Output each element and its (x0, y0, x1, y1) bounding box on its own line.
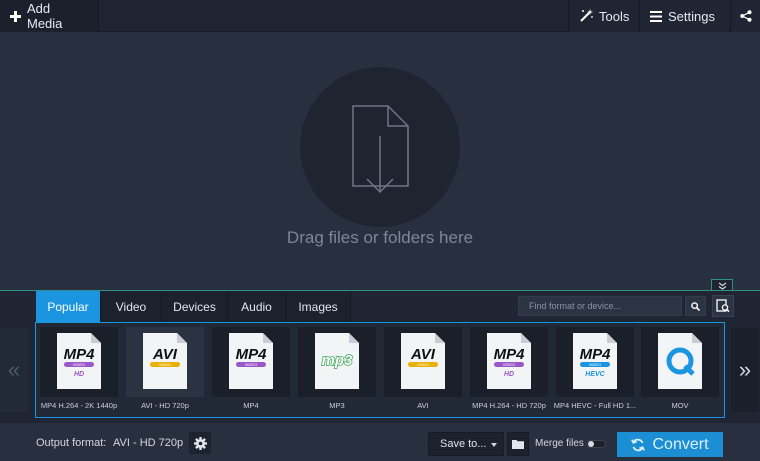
file-download-icon (352, 105, 409, 194)
format-badge-text: MP4 (494, 346, 526, 363)
preset-item[interactable]: MP4 VIDEO HD MP4 H.264 - 2K 1440p (40, 327, 118, 413)
chevron-double-right-icon: » (738, 357, 752, 382)
preset-tile (641, 327, 719, 397)
folder-icon (512, 439, 524, 449)
convert-button[interactable]: Convert (617, 432, 723, 457)
caret-down-icon (491, 443, 497, 447)
preset-label: MP3 (329, 401, 345, 410)
detect-device-button[interactable] (712, 295, 734, 317)
preset-item[interactable]: MP4 VIDEO HD MP4 H.264 - HD 720p (470, 327, 548, 413)
preset-item[interactable]: mp3 MP3 (298, 327, 376, 413)
format-badge-text: MP4 (580, 346, 612, 363)
format-band-text: VIDEO (159, 362, 171, 367)
toggle-knob (588, 441, 594, 447)
drop-circle (300, 67, 460, 227)
share-button[interactable] (730, 0, 760, 32)
add-media-label: Add Media (27, 1, 63, 31)
bottom-bar: Output format: AVI - HD 720p Save to... … (0, 422, 760, 461)
save-to-label: Save to... (440, 438, 487, 450)
tab-audio[interactable]: Audio (228, 291, 286, 322)
add-media-button[interactable]: Add Media (0, 0, 99, 32)
open-folder-button[interactable] (507, 432, 529, 456)
format-badge-text: mp3 (322, 352, 354, 369)
magic-wand-icon (579, 9, 593, 23)
format-sub-text: HD (74, 371, 84, 378)
preset-label: MP4 HEVC - Full HD 1... (553, 401, 637, 410)
format-band-text: VIDEO (73, 362, 85, 367)
format-badge-text: AVI (152, 346, 178, 363)
gear-icon (193, 436, 207, 450)
scroll-left-button[interactable]: « (0, 328, 28, 412)
preset-tile: MP4 VIDEO (212, 327, 290, 397)
settings-button[interactable]: Settings (639, 0, 729, 32)
format-band-text: VIDEO (417, 362, 429, 367)
output-settings-button[interactable] (189, 432, 211, 454)
preset-tile: AVI VIDEO (384, 327, 462, 397)
format-badge-text: AVI (410, 346, 436, 363)
format-band-text: VIDEO (503, 362, 515, 367)
search-button[interactable] (685, 296, 706, 316)
refresh-icon (631, 438, 646, 452)
format-document-icon: MP4VIDEO (229, 333, 273, 389)
tools-label: Tools (599, 8, 630, 24)
merge-files-toggle[interactable] (586, 440, 606, 448)
preset-label: MP4 H.264 - 2K 1440p (40, 401, 118, 410)
preset-label: AVI - HD 720p (141, 401, 189, 410)
tab-devices[interactable]: Devices (162, 291, 228, 322)
search-icon (691, 301, 700, 311)
preset-item[interactable]: MP4 VIDEO HEVC MP4 HEVC - Full HD 1... (554, 327, 636, 413)
preset-tile: mp3 (298, 327, 376, 397)
tab-popular[interactable]: Popular (36, 291, 101, 322)
share-icon (739, 10, 752, 22)
tools-button[interactable]: Tools (568, 0, 638, 32)
format-document-icon (658, 333, 702, 389)
device-search-icon (716, 299, 730, 313)
drop-zone[interactable]: Drag files or folders here (0, 32, 760, 289)
preset-tile: MP4 VIDEO HEVC (556, 327, 634, 397)
save-to-dropdown[interactable]: Save to... (428, 432, 504, 456)
preset-label: MP4 (243, 401, 259, 410)
hamburger-icon (650, 10, 662, 22)
format-sub-text: HEVC (585, 371, 605, 378)
preset-tile: AVI VIDEO (126, 327, 204, 397)
preset-item[interactable]: AVI VIDEO AVI - HD 720p (126, 327, 204, 413)
format-band-text: VIDEO (589, 362, 601, 367)
preset-label: MOV (671, 401, 689, 410)
settings-label: Settings (668, 8, 715, 24)
preset-label: MP4 H.264 - HD 720p (472, 401, 546, 410)
convert-label: Convert (652, 435, 709, 453)
format-document-icon: mp3 (315, 333, 359, 389)
scroll-right-button[interactable]: » (731, 328, 759, 412)
drop-hint-text: Drag files or folders here (286, 228, 474, 247)
preset-item[interactable]: AVI VIDEO AVI (384, 327, 462, 413)
format-panel: Popular Video Devices Audio Images Find … (0, 291, 760, 422)
tab-images[interactable]: Images (286, 291, 351, 322)
preset-label: AVI (417, 401, 429, 410)
preset-tile: MP4 VIDEO HD (470, 327, 548, 397)
top-toolbar: Add Media Tools Settings (0, 0, 760, 32)
output-format-value[interactable]: AVI - HD 720p (113, 437, 183, 449)
format-document-icon: MP4VIDEO HD (57, 333, 101, 389)
preset-item[interactable]: MP4 VIDEO MP4 (212, 327, 290, 413)
format-sub-text: HD (504, 371, 514, 378)
format-search-input[interactable]: Find format or device... (518, 296, 682, 316)
chevron-double-down-icon (718, 282, 727, 290)
format-badge-text: MP4 (236, 346, 268, 363)
chevron-double-left-icon: « (7, 357, 21, 382)
output-format-label: Output format: (36, 437, 107, 449)
preset-tile: MP4 VIDEO HD (40, 327, 118, 397)
format-document-icon: MP4VIDEO HEVC (573, 333, 617, 389)
format-band-text: VIDEO (245, 362, 257, 367)
preset-item[interactable]: MOV (641, 327, 719, 413)
format-badge-text: MP4 (64, 346, 96, 363)
format-document-icon: AVIVIDEO (401, 333, 445, 389)
merge-files-label: Merge files (535, 438, 584, 449)
plus-icon (10, 10, 21, 22)
format-document-icon: AVIVIDEO (143, 333, 187, 389)
tab-video[interactable]: Video (101, 291, 162, 322)
format-document-icon: MP4VIDEO HD (487, 333, 531, 389)
